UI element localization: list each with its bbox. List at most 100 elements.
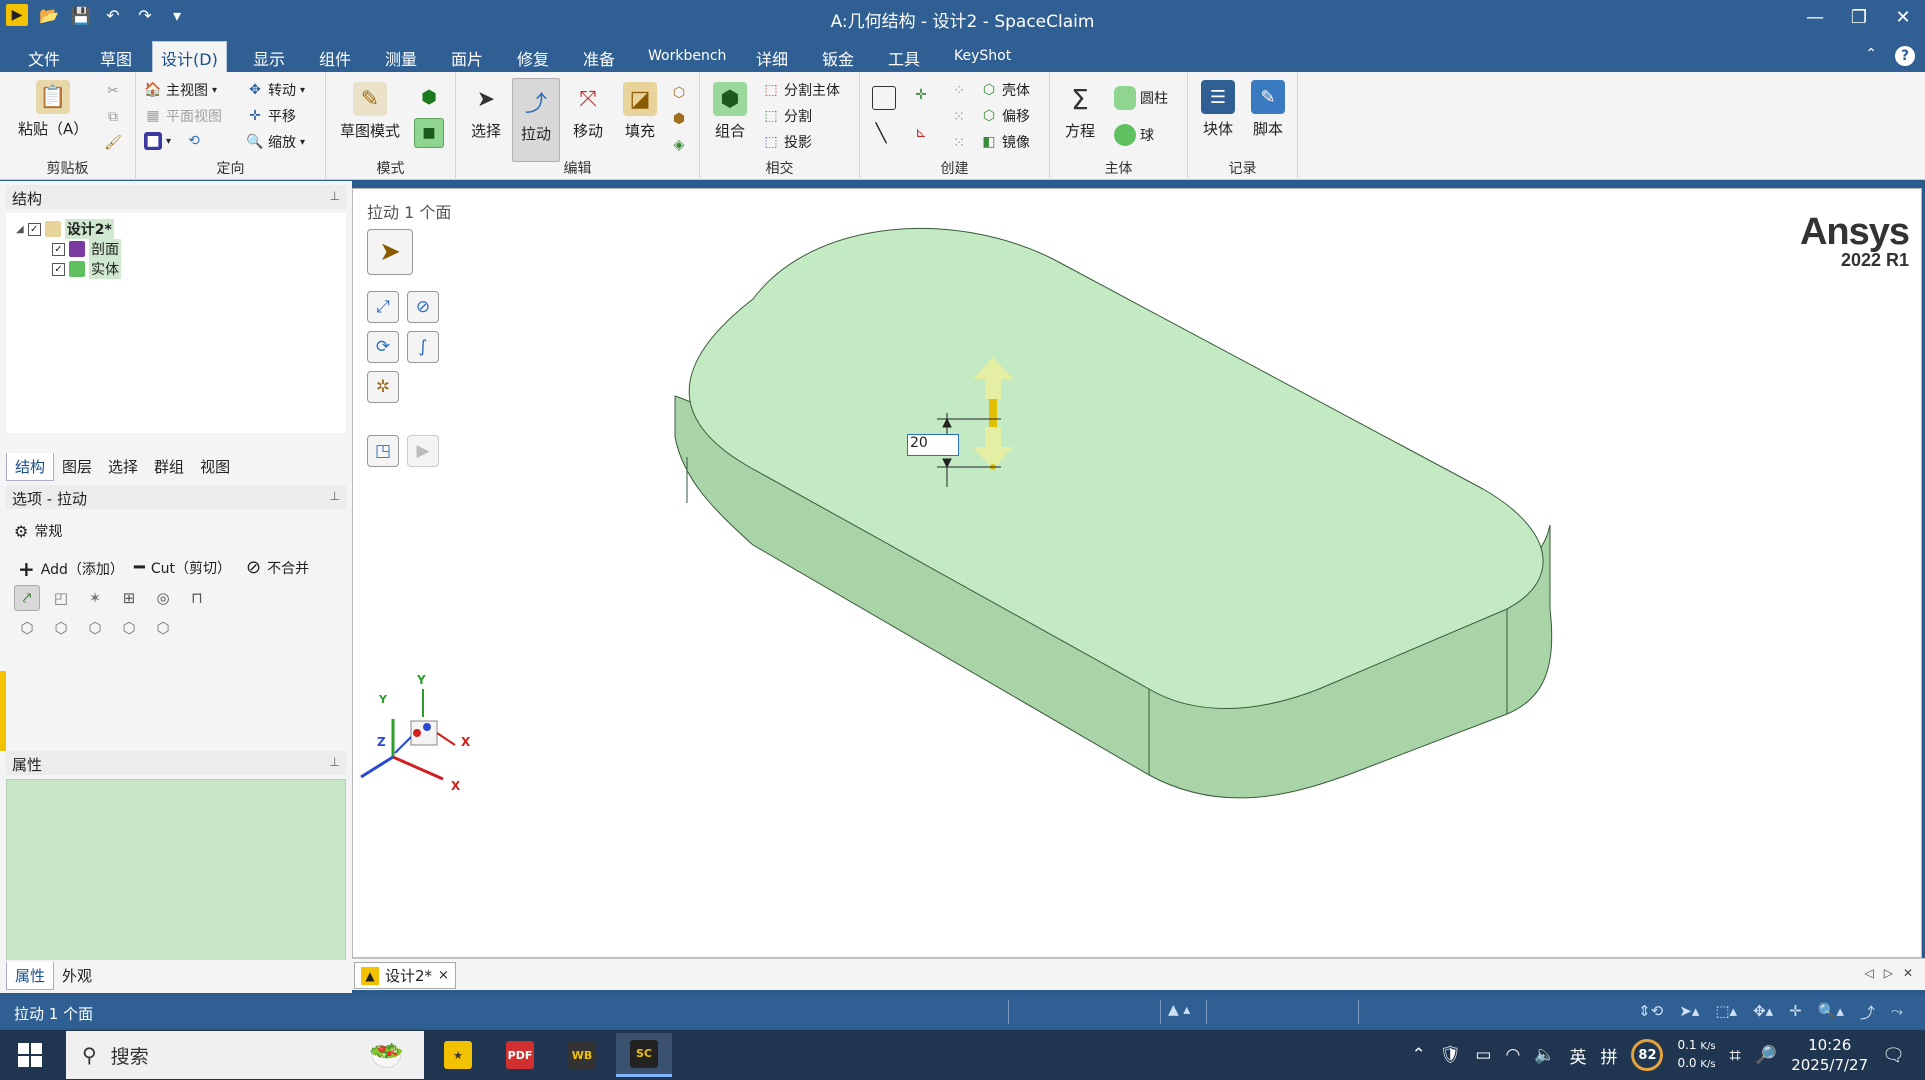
tab-repair[interactable]: 修复 — [509, 42, 557, 74]
copy-icon[interactable]: ⧉ — [104, 108, 122, 126]
origin-icon[interactable]: ⊾ — [912, 124, 930, 142]
pull-button[interactable]: ⤴ 拉动 — [512, 78, 560, 162]
tab-detail[interactable]: 详细 — [748, 42, 796, 74]
windows-start-icon[interactable] — [18, 1043, 42, 1067]
script-button[interactable]: ✎ 脚本 — [1244, 80, 1292, 139]
ime-mode-indicator[interactable]: 拼 — [1600, 1043, 1617, 1068]
wifi-icon[interactable]: ◠ — [1505, 1045, 1520, 1065]
pivot-icon[interactable]: ✶ — [82, 585, 108, 611]
ruler-icon[interactable]: ⊞ — [116, 585, 142, 611]
3d-mode-icon[interactable]: ■ — [414, 118, 444, 148]
solid-option-3-icon[interactable]: ⬡ — [82, 615, 108, 641]
linear-pattern-icon[interactable]: ⁘ — [950, 82, 968, 100]
tab-display[interactable]: 显示 — [245, 42, 293, 74]
dimension-input[interactable]: 20 — [907, 434, 959, 456]
plane-icon[interactable] — [872, 86, 896, 110]
visibility-checkbox[interactable]: ✓ — [27, 222, 41, 236]
solid-option-1-icon[interactable]: ⬡ — [14, 615, 40, 641]
pin-icon[interactable]: ⊥ — [330, 755, 340, 769]
project-button[interactable]: ⬚ 投影 — [762, 132, 812, 152]
pin-icon[interactable]: ⊥ — [330, 189, 340, 203]
restore-icon[interactable]: ❐ — [1837, 0, 1881, 34]
taskbar-app-workbench[interactable]: WB — [554, 1033, 610, 1077]
fill-button[interactable]: ◪ 填充 — [616, 82, 664, 141]
tab-keyshot[interactable]: KeyShot — [946, 44, 1019, 68]
clock[interactable]: 10:26 2025/7/27 — [1791, 1035, 1868, 1075]
taskbar-app-pdf[interactable]: PDF — [492, 1033, 548, 1077]
zoom-button[interactable]: 🔍 缩放 ▾ — [246, 132, 305, 152]
model-top-face[interactable] — [688, 227, 1544, 709]
visibility-checkbox[interactable]: ✓ — [52, 262, 65, 276]
tree-item-design[interactable]: ◢ ✓ 设计2* — [16, 219, 114, 239]
tab-design[interactable]: 设计(D) — [152, 41, 227, 72]
block-button[interactable]: ☰ 块体 — [1194, 80, 1242, 139]
section-mode-icon[interactable]: ⬢ — [416, 84, 442, 110]
properties-grid[interactable] — [6, 779, 346, 961]
doc-tab-design2[interactable]: ▲ 设计2* × — [354, 962, 456, 989]
add-option[interactable]: + Add（添加） — [18, 557, 124, 581]
tab-workbench[interactable]: Workbench — [640, 44, 734, 68]
format-painter-icon[interactable]: 🖌 — [104, 134, 122, 152]
tab-layers[interactable]: 图层 — [54, 453, 100, 481]
pin-icon[interactable]: ⊥ — [330, 489, 340, 503]
pull-status-icon[interactable]: ⤴ — [1860, 1002, 1875, 1023]
collapse-ribbon-icon[interactable]: ⌃ — [1865, 46, 1877, 66]
tab-sheetmetal[interactable]: 钣金 — [814, 42, 862, 74]
tweak-face-icon[interactable]: ◈ — [670, 136, 688, 154]
up-to-icon[interactable]: ◰ — [48, 585, 74, 611]
pan-status-icon[interactable]: ✛ — [1789, 1002, 1802, 1023]
snip-tool-icon[interactable]: ⌗ — [1730, 1043, 1741, 1067]
tab-measure[interactable]: 测量 — [377, 42, 425, 74]
options-general[interactable]: ⚙ 常规 — [14, 521, 62, 541]
cylinder-button[interactable]: 圆柱 — [1114, 86, 1168, 110]
spin-button[interactable]: ✥ 转动 ▾ — [246, 80, 305, 100]
tab-structure[interactable]: 结构 — [6, 453, 55, 481]
nomerge-option[interactable]: ⊘ 不合并 — [246, 557, 309, 578]
blend-icon[interactable]: ⬡ — [670, 84, 688, 102]
split-button[interactable]: ⬚ 分割 — [762, 106, 812, 126]
select-button[interactable]: ➤ 选择 — [462, 82, 510, 141]
view-cube-button[interactable]: ■ ▾ ⟲ — [144, 132, 203, 150]
tab-facets[interactable]: 面片 — [443, 42, 491, 74]
pan-button[interactable]: ✛ 平移 — [246, 106, 296, 126]
battery-icon[interactable]: ▭ — [1475, 1045, 1491, 1065]
tab-assembly[interactable]: 组件 — [311, 42, 359, 74]
taskbar-search[interactable]: ⚲ 搜索 🥗 — [66, 1031, 424, 1079]
tree-item-solid[interactable]: ✓ 实体 — [52, 259, 121, 279]
rotate-status-icon[interactable]: ⇕⟲ — [1638, 1002, 1663, 1023]
ime-indicator[interactable]: 英 — [1569, 1043, 1586, 1068]
revolve-icon[interactable]: ◎ — [150, 585, 176, 611]
cpu-usage-badge[interactable]: 82 — [1631, 1039, 1664, 1071]
sphere-button[interactable]: 球 — [1114, 124, 1154, 146]
move-status-icon[interactable]: ⤳ — [1891, 1002, 1903, 1023]
search-tray-icon[interactable]: 🔎 — [1755, 1045, 1777, 1066]
minimize-icon[interactable]: — — [1793, 0, 1837, 34]
point-icon[interactable]: ✛ — [912, 86, 930, 104]
volume-icon[interactable]: 🔈 — [1534, 1045, 1555, 1065]
equation-button[interactable]: Σ 方程 — [1056, 82, 1104, 141]
expand-icon[interactable]: ◢ — [16, 224, 24, 235]
zoom-status-icon[interactable]: 🔍▴ — [1818, 1002, 1844, 1023]
select-status-icon[interactable]: ➤▴ — [1679, 1002, 1699, 1023]
plan-view-button[interactable]: ▦ 平面视图 — [144, 106, 222, 126]
taskbar-app-spaceclaim[interactable]: SC — [616, 1033, 672, 1077]
select-direction-icon[interactable]: ⤤ — [14, 585, 40, 611]
replace-icon[interactable]: ⬢ — [670, 110, 688, 128]
paste-button[interactable]: 📋 粘贴（A） — [18, 80, 88, 139]
cut-option[interactable]: ━ Cut（剪切） — [134, 557, 231, 578]
cut-icon[interactable]: ✂ — [104, 82, 122, 100]
tab-sketch[interactable]: 草图 — [92, 42, 140, 74]
shield-icon[interactable]: 🛡 — [1440, 1045, 1462, 1065]
triangle-up-icon[interactable]: ▲ ▴ — [1168, 1002, 1190, 1018]
solid-option-4-icon[interactable]: ⬡ — [116, 615, 142, 641]
circular-pattern-icon[interactable]: ⁙ — [950, 108, 968, 126]
split-body-button[interactable]: ⬚ 分割主体 — [762, 80, 840, 100]
tab-views[interactable]: 视图 — [192, 453, 238, 481]
close-doc-icon[interactable]: × — [438, 968, 449, 983]
mirror-button[interactable]: ◧ 镜像 — [980, 132, 1030, 152]
close-icon[interactable]: ✕ — [1881, 0, 1925, 34]
box-select-icon[interactable]: ⬚▴ — [1715, 1002, 1737, 1023]
spin-status-icon[interactable]: ✥▴ — [1753, 1002, 1773, 1023]
close-all-icon[interactable]: ✕ — [1903, 966, 1913, 980]
tab-properties[interactable]: 属性 — [6, 962, 55, 990]
